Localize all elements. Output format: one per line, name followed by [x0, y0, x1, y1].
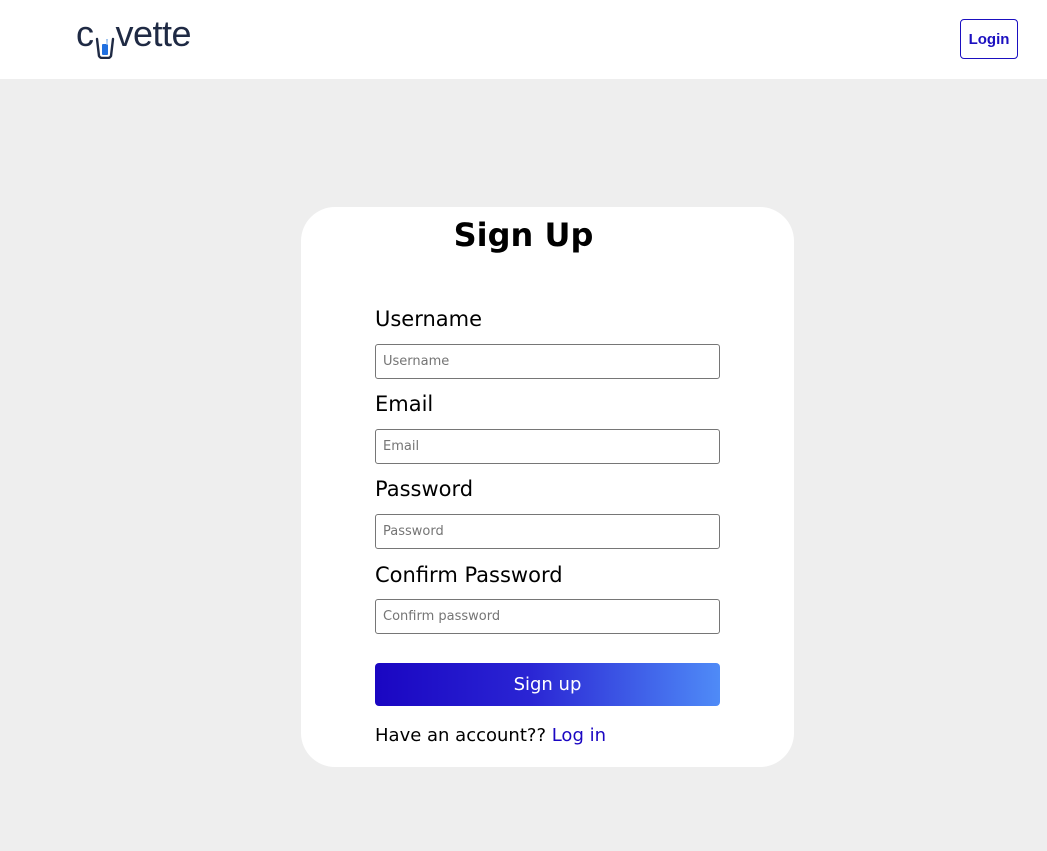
login-link[interactable]: Log in [552, 725, 606, 746]
confirm-password-input[interactable] [375, 599, 720, 634]
login-prompt-text: Have an account?? [375, 725, 552, 746]
email-label: Email [375, 392, 434, 416]
email-input[interactable] [375, 429, 720, 464]
username-input[interactable] [375, 344, 720, 379]
username-label: Username [375, 307, 483, 331]
cuvette-cup-icon [95, 26, 115, 60]
page-title: Sign Up [453, 216, 594, 254]
confirm-password-label: Confirm Password [375, 563, 563, 587]
password-input[interactable] [375, 514, 720, 549]
cuvette-logo[interactable]: c vette [76, 13, 192, 60]
login-prompt: Have an account?? Log in [375, 725, 606, 746]
password-label: Password [375, 477, 474, 501]
top-navbar: c vette Login [0, 0, 1047, 79]
logo-text-prefix: c [76, 13, 94, 54]
login-button[interactable]: Login [960, 19, 1018, 59]
signup-button[interactable]: Sign up [375, 663, 720, 706]
logo-text-suffix: vette [115, 13, 192, 54]
